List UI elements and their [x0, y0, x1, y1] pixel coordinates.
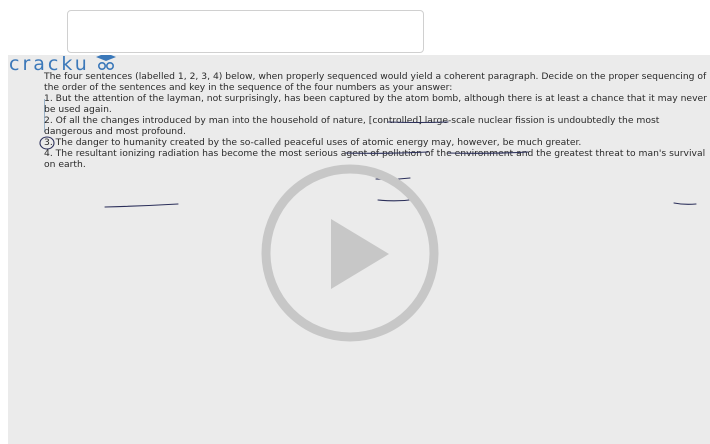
graduation-cap-icon [96, 55, 116, 71]
video-player[interactable]: cracku The four sentences (labelled 1, 2… [8, 55, 710, 444]
play-button-icon[interactable] [261, 164, 439, 342]
question-line: dangerous and most profound. [44, 126, 186, 137]
question-line: 1. But the attention of the layman, not … [44, 93, 707, 104]
question-line: be used again. [44, 104, 112, 115]
search-input[interactable] [67, 10, 424, 53]
question-line: 3. The danger to humanity created by the… [44, 137, 582, 148]
question-text: The four sentences (labelled 1, 2, 3, 4)… [44, 71, 708, 170]
question-line: The four sentences (labelled 1, 2, 3, 4)… [44, 71, 707, 82]
question-line: 4. The resultant ionizing radiation has … [44, 148, 706, 159]
question-line: 2. Of all the changes introduced by man … [44, 115, 660, 126]
question-line: the order of the sentences and key in th… [44, 82, 453, 93]
